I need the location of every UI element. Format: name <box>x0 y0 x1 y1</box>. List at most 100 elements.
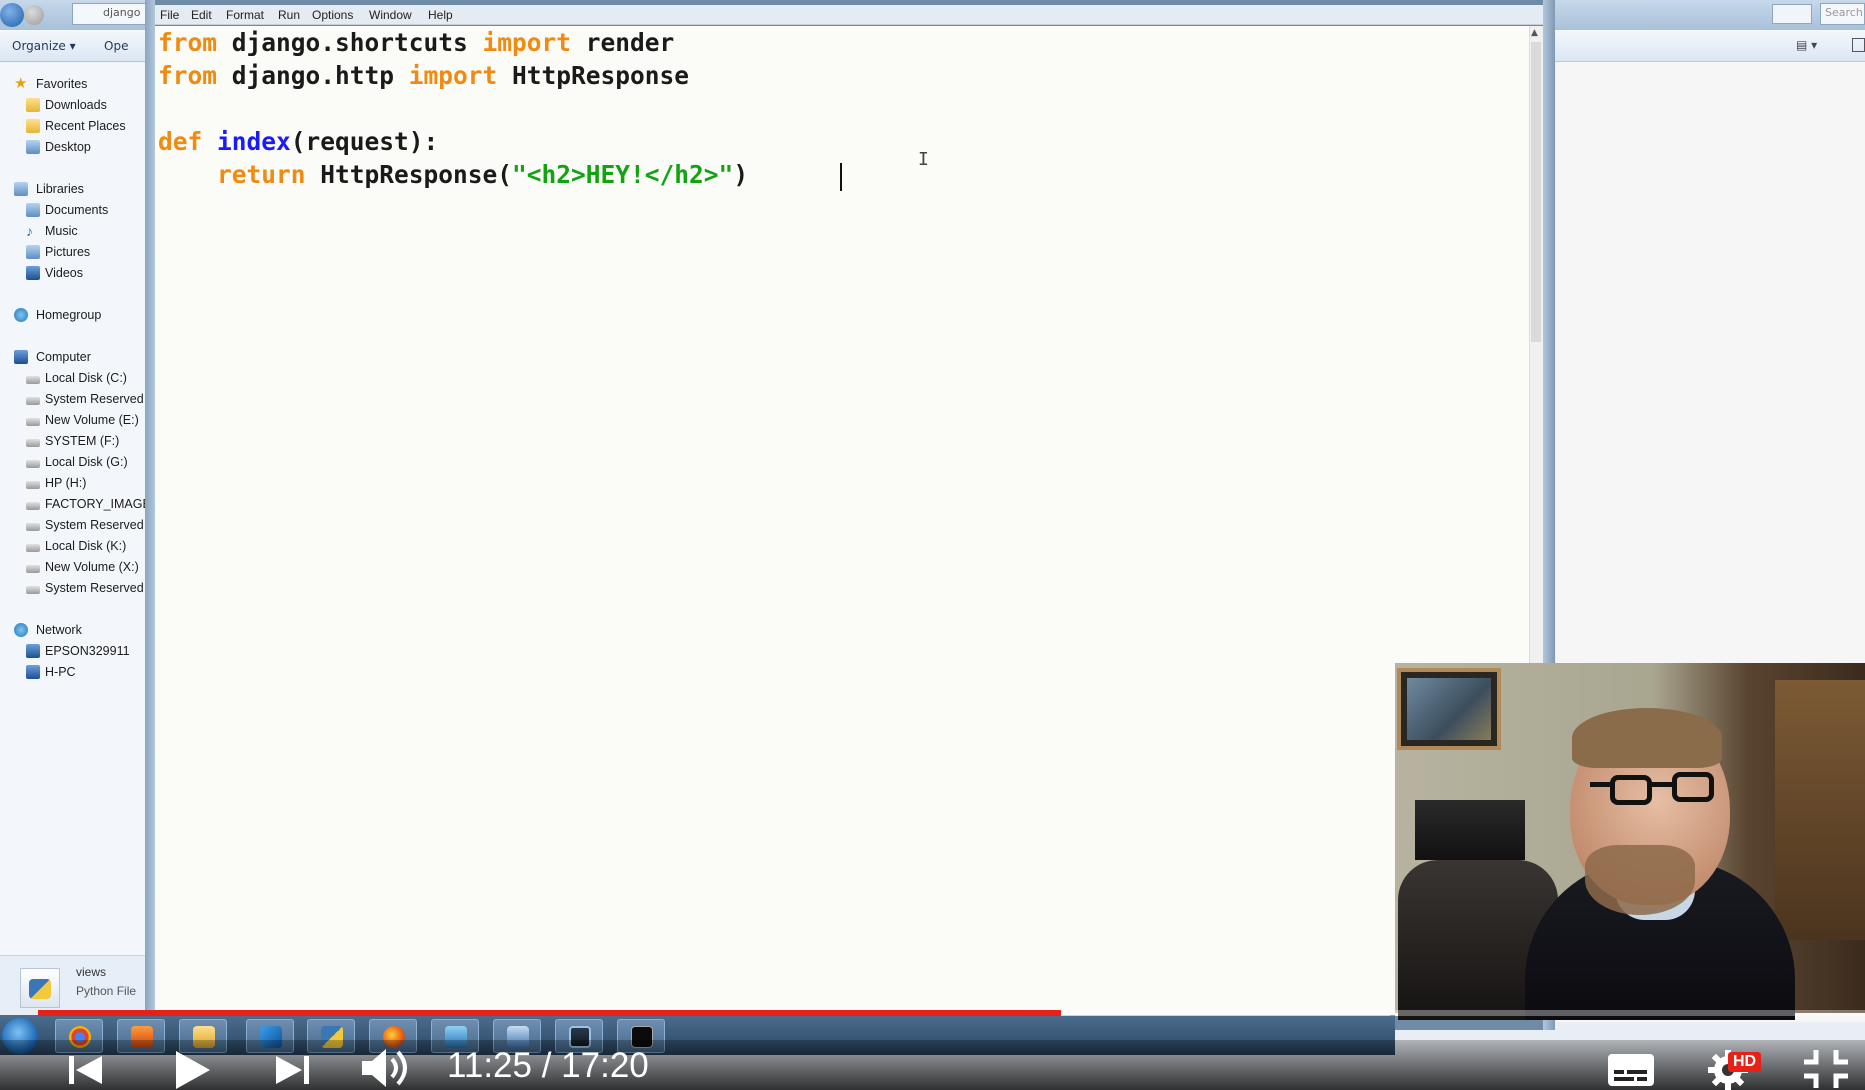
details-file-name: views <box>76 965 107 979</box>
folder-icon <box>26 119 40 133</box>
drive-icon <box>26 565 40 573</box>
next-button[interactable] <box>272 1050 312 1090</box>
pictures-icon <box>26 245 40 259</box>
webcam-glasses-left <box>1610 775 1652 805</box>
nav-homegroup-label: Homegroup <box>36 308 102 322</box>
address-bar[interactable]: django <box>72 3 152 25</box>
webcam-glasses-arm <box>1590 782 1614 787</box>
code-text: ) <box>733 160 749 189</box>
nav-network-label: Network <box>36 623 82 637</box>
python-file-icon <box>20 968 60 1008</box>
open-button[interactable]: Ope <box>104 39 128 53</box>
code-line-4: def index(request): <box>158 127 438 156</box>
music-icon: ♪ <box>26 223 33 239</box>
skip-previous-icon <box>69 1056 102 1084</box>
play-button[interactable] <box>170 1048 214 1090</box>
webcam-picture-image <box>1407 678 1491 740</box>
change-view-icon[interactable]: ▤ ▾ <box>1796 38 1817 52</box>
scroll-up-icon[interactable]: ▲ <box>1531 28 1541 40</box>
webcam-person-beard <box>1585 845 1695 915</box>
webcam-glasses-bridge <box>1650 782 1674 787</box>
code-text: django.http <box>217 61 409 90</box>
editor-frame-left <box>145 0 155 1030</box>
code-text: HttpResponse( <box>305 160 513 189</box>
refresh-button[interactable] <box>1772 4 1812 24</box>
play-icon <box>176 1051 210 1089</box>
documents-icon <box>26 203 40 217</box>
preview-pane-icon[interactable] <box>1852 38 1865 52</box>
nav-item-label: Local Disk (K:) <box>45 539 127 553</box>
code-line-5: return HttpResponse("<h2>HEY!</h2>") <box>158 160 748 189</box>
webcam-person-hair <box>1572 708 1722 768</box>
code-keyword: from <box>158 61 218 90</box>
nav-item-label: HP (H:) <box>45 476 87 490</box>
webcam-bookshelf <box>1775 680 1865 940</box>
ibeam-cursor-icon: I <box>918 149 929 170</box>
nav-item-label: Downloads <box>45 98 107 112</box>
code-keyword: import <box>482 28 572 57</box>
nav-item-label: New Volume (E:) <box>45 413 139 427</box>
code-line-1: from django.shortcuts import render <box>158 28 674 57</box>
nav-item-label: Local Disk (C:) <box>45 371 127 385</box>
webcam-glasses-right <box>1672 772 1714 802</box>
menu-options[interactable]: Options <box>312 8 353 22</box>
folder-icon <box>26 98 40 112</box>
text-caret <box>840 163 842 191</box>
scroll-thumb[interactable] <box>1531 42 1541 342</box>
network-icon <box>14 623 28 637</box>
nav-item-label: EPSON329911 <box>45 644 130 658</box>
videos-icon <box>26 266 40 280</box>
back-arrow-icon[interactable] <box>0 3 24 27</box>
speaker-icon <box>362 1049 407 1087</box>
code-keyword: import <box>408 61 498 90</box>
forward-arrow-icon[interactable] <box>24 5 44 25</box>
nav-item-label: New Volume (X:) <box>45 560 139 574</box>
code-text: render <box>571 28 675 57</box>
drive-icon <box>26 586 40 594</box>
star-icon: ★ <box>14 75 28 92</box>
nav-item-label: Videos <box>45 266 83 280</box>
drive-icon <box>26 502 40 510</box>
volume-button[interactable] <box>360 1046 416 1090</box>
navigation-pane <box>0 63 146 963</box>
exit-fullscreen-icon <box>1804 1050 1848 1088</box>
nav-item-label: System Reserved (Z <box>45 581 159 595</box>
exit-fullscreen-button[interactable] <box>1800 1048 1852 1090</box>
drive-icon <box>26 523 40 531</box>
nav-item-label: Desktop <box>45 140 91 154</box>
details-file-type: Python File <box>76 984 137 998</box>
menu-format[interactable]: Format <box>226 8 264 22</box>
menu-file[interactable]: File <box>160 8 179 22</box>
menu-edit[interactable]: Edit <box>191 8 212 22</box>
computer-icon <box>26 665 40 679</box>
nav-computer-label: Computer <box>36 350 91 364</box>
organize-menu[interactable]: Organize ▾ <box>12 39 76 53</box>
drive-icon <box>26 439 40 447</box>
menu-run[interactable]: Run <box>278 8 300 22</box>
hd-badge: HD <box>1728 1052 1762 1072</box>
nav-item-label: Recent Places <box>45 119 126 133</box>
nav-item-label: Music <box>45 224 78 238</box>
python-logo-icon <box>29 979 51 999</box>
drive-icon <box>26 460 40 468</box>
code-line-2: from django.http import HttpResponse <box>158 61 689 90</box>
skip-next-icon <box>276 1056 309 1084</box>
nav-item-label: FACTORY_IMAGE ( <box>45 497 159 511</box>
screen: django Search Organize ▾ Ope ▤ ▾ ★ Favor… <box>0 0 1865 1090</box>
nav-favorites-label: Favorites <box>36 77 88 91</box>
nav-item-label: Pictures <box>45 245 91 259</box>
subtitles-button[interactable] <box>1606 1050 1656 1090</box>
desktop-icon <box>26 140 40 154</box>
search-input[interactable]: Search <box>1820 3 1865 25</box>
subtitles-icon <box>1608 1054 1654 1086</box>
code-keyword: from <box>158 28 218 57</box>
nav-item-label: H-PC <box>45 665 76 679</box>
computer-icon <box>14 350 28 364</box>
code-keyword: def <box>158 127 203 156</box>
previous-button[interactable] <box>66 1050 106 1090</box>
computer-icon <box>26 644 40 658</box>
menu-help[interactable]: Help <box>428 8 453 22</box>
code-keyword: return <box>217 160 306 189</box>
progress-played[interactable] <box>38 1010 1062 1016</box>
menu-window[interactable]: Window <box>369 8 412 22</box>
